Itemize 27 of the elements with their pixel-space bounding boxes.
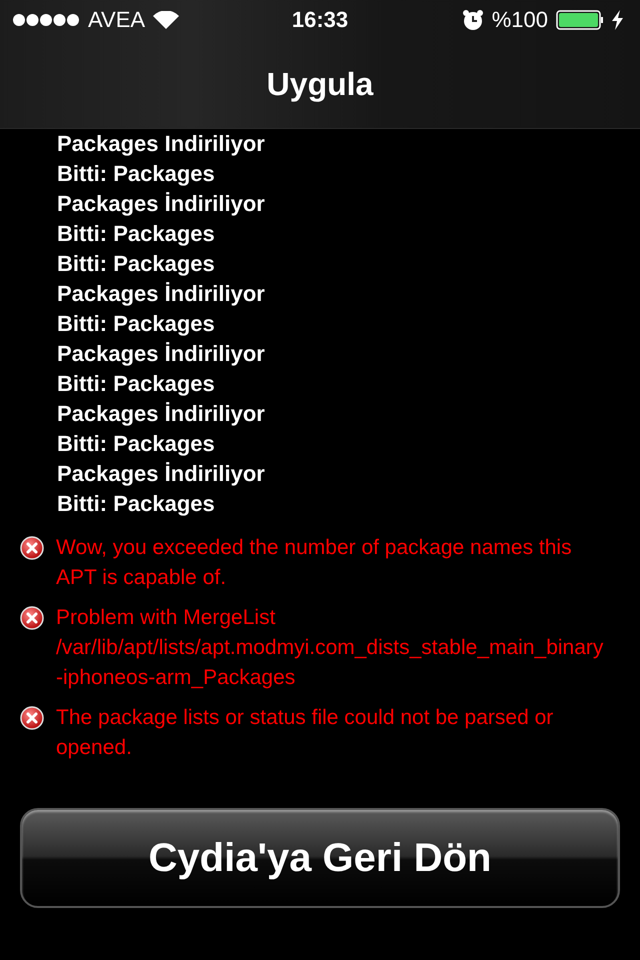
error-message: Wow, you exceeded the number of package names this APT is capable of. [56,535,573,591]
error-icon [20,536,44,560]
wifi-icon [153,11,180,29]
log-line: Bitti: Packages [56,310,216,338]
log-line: Bitti: Packages [56,490,216,518]
log-line: Bitti: Packages [56,250,216,278]
battery-percent: %100 [492,7,548,33]
clock: 16:33 [292,7,348,33]
error-message: The package lists or status file could not be parsed or opened. [56,705,554,761]
log-line: Bitti: Packages [56,220,216,248]
return-button[interactable]: Cydia'ya Geri Dön [20,808,620,908]
log-line: Packages İndiriliyor [56,190,266,218]
carrier-name: AVEA [88,7,146,33]
log-line: Bitti: Packages [56,370,216,398]
log-line: Packages Indiriliyor [56,130,266,158]
screen-title: Uygula [266,66,374,102]
log-line: Packages İndiriliyor [56,280,266,308]
log-line: Packages İndiriliyor [56,340,266,368]
error-icon [20,706,44,730]
error-icon [20,606,44,630]
alarm-clock-icon [462,9,484,31]
signal-icon [12,13,80,27]
log-line: Packages İndiriliyor [56,400,266,428]
log-line: Packages İndiriliyor [56,460,266,488]
error-message: Problem with MergeList /var/lib/apt/lists/apt.modmyi.com_dists_stable_main_binary-iphoneos-arm_Packages [56,605,604,691]
log-line: Bitti: Packages [56,430,216,458]
log-line: Bitti: Packages [56,160,216,188]
